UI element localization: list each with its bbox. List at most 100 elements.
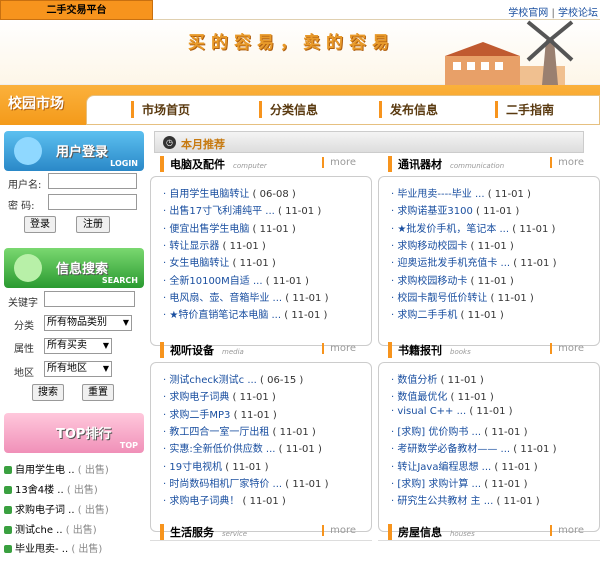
item-title: 求购移动校园卡 xyxy=(397,240,468,252)
list-item[interactable]: · 求购二手手机 ( 11-01 ) xyxy=(391,306,504,321)
item-date: ( 11-01 ) xyxy=(496,496,540,508)
item-date: ( 11-01 ) xyxy=(252,223,296,235)
panel-subtitle: media xyxy=(222,348,244,356)
panel-houses: 房屋信息 houses more xyxy=(378,524,600,586)
top-item[interactable]: 测试che .. ( 出售) xyxy=(4,521,97,536)
more-link[interactable]: more xyxy=(322,157,356,168)
password-input[interactable] xyxy=(48,194,137,210)
banner: 买的容易，卖的容易 xyxy=(0,20,600,85)
nav-item-home[interactable]: 市场首页 xyxy=(131,101,190,118)
site-name-tab[interactable]: 二手交易平台 xyxy=(0,0,153,20)
item-date: ( 11-01 ) xyxy=(484,478,528,490)
banner-slogan: 买的容易，卖的容易 xyxy=(188,33,395,53)
item-title: 自用学生电脑转让 xyxy=(169,189,250,200)
more-link[interactable]: more xyxy=(322,343,356,354)
item-title: 转让Java编程思想 ... xyxy=(397,461,492,473)
category-select[interactable]: 所有物品类别 ▼ xyxy=(44,315,132,331)
search-button[interactable]: 搜索 xyxy=(32,384,64,401)
list-item[interactable]: · 教工四合一室一厅出租 ( 11-01 ) xyxy=(163,423,316,438)
more-link[interactable]: more xyxy=(322,525,356,536)
list-item[interactable]: · 求购诺基亚3100 ( 11-01 ) xyxy=(391,202,519,217)
item-date: ( 11-01 ) xyxy=(450,392,494,404)
list-item[interactable]: · 求购二手MP3 ( 11-01 ) xyxy=(163,406,277,421)
list-item[interactable]: · 实惠:全新低价供应数 ... ( 11-01 ) xyxy=(163,440,322,455)
list-item[interactable]: · 校园卡靓号低价转让 ( 11-01 ) xyxy=(391,289,534,304)
item-date: ( 11-01 ) xyxy=(513,258,557,270)
list-item[interactable]: · 19寸电视机 ( 11-01 ) xyxy=(163,458,269,473)
list-item[interactable]: · 求购校园移动卡 ( 11-01 ) xyxy=(391,272,514,287)
username-input[interactable] xyxy=(48,173,137,189)
school-forum-link[interactable]: 学校论坛 xyxy=(558,8,598,19)
attribute-label: 属性 xyxy=(14,344,34,355)
attribute-select[interactable]: 所有买卖 ▼ xyxy=(44,338,112,354)
school-site-link[interactable]: 学校官网 xyxy=(508,8,548,19)
list-item[interactable]: · 电风扇、壶、音箱毕业 ... ( 11-01 ) xyxy=(163,289,328,304)
reset-button[interactable]: 重置 xyxy=(82,384,114,401)
list-item[interactable]: · 数值分析 ( 11-01 ) xyxy=(391,371,484,386)
more-link[interactable]: more xyxy=(550,157,584,168)
nav-item-post[interactable]: 发布信息 xyxy=(379,101,438,118)
list-item[interactable]: · 转让Java编程思想 ... ( 11-01 ) xyxy=(391,458,538,473)
bullet-icon xyxy=(4,526,12,534)
nav-item-categories[interactable]: 分类信息 xyxy=(259,101,318,118)
top-item[interactable]: 自用学生电 .. ( 出售) xyxy=(4,461,109,476)
panel-title: 视听设备 media xyxy=(160,342,244,358)
top-item-tag: ( 出售) xyxy=(71,544,103,555)
item-title: 电风扇、壶、音箱毕业 ... xyxy=(169,292,283,304)
item-title: 求购电子词典！ xyxy=(169,496,240,508)
attribute-select-value: 所有买卖 xyxy=(47,340,87,351)
item-title: 便宜出售学生电脑 xyxy=(169,223,250,235)
list-item[interactable]: · 考研数学必备教材—— ... ( 11-01 ) xyxy=(391,440,556,455)
list-item[interactable]: · 迎奥运批发手机充值卡 ... ( 11-01 ) xyxy=(391,254,556,269)
list-item[interactable]: · 研究生公共教材 主 ... ( 11-01 ) xyxy=(391,492,540,507)
top-item-name: 自用学生电 .. xyxy=(15,465,75,476)
list-item[interactable]: · 全新10100M自适 ... ( 11-01 ) xyxy=(163,272,309,287)
panel-computer: 电脑及配件 computer more · 自用学生电脑转让 ( 06-08 ) · 出… xyxy=(150,156,372,348)
top-item[interactable]: 毕业甩卖- .. ( 出售) xyxy=(4,540,102,555)
keyword-input[interactable] xyxy=(44,291,135,307)
top-item[interactable]: 求购电子词 .. ( 出售) xyxy=(4,501,109,516)
sidebar: 用户登录 LOGIN 用户名: 密 码: 登录 注册 信息搜索 SEARCH 关… xyxy=(0,128,145,555)
item-date: ( 11-01 ) xyxy=(232,258,276,270)
username-label: 用户名: xyxy=(8,180,42,191)
item-title: 校园卡靓号低价转让 xyxy=(397,292,488,304)
item-date: ( 11-01 ) xyxy=(285,478,329,490)
nav-item-guide[interactable]: 二手指南 xyxy=(495,101,554,118)
list-item[interactable]: · 数值最优化 ( 11-01 ) xyxy=(391,388,494,403)
register-button[interactable]: 注册 xyxy=(76,216,110,233)
list-item[interactable]: · 测试check测试c ... ( 06-15 ) xyxy=(163,371,303,386)
list-item[interactable]: · 女生电脑转让 ( 11-01 ) xyxy=(163,254,276,269)
item-title: ★特价直销笔记本电脑 ... xyxy=(169,310,282,322)
list-item[interactable]: · 求购移动校园卡 ( 11-01 ) xyxy=(391,237,514,252)
main-content: ◷ 本月推荐 电脑及配件 computer more · 自用学生电脑转让 ( 06-… xyxy=(150,128,600,551)
item-title: 求购校园移动卡 xyxy=(397,275,468,287)
list-item[interactable]: · 求购电子词典！ ( 11-01 ) xyxy=(163,492,286,507)
login-button[interactable]: 登录 xyxy=(24,216,56,233)
item-title: 考研数学必备教材—— ... xyxy=(397,444,511,456)
list-item[interactable]: · [求购] 优价购书 ... ( 11-01 ) xyxy=(391,423,527,438)
list-item[interactable]: · 求购电子词典 ( 11-01 ) xyxy=(163,388,276,403)
list-item[interactable]: · 时尚数码相机厂家特价 ... ( 11-01 ) xyxy=(163,475,328,490)
main-nav: 校园市场 市场首页 分类信息 发布信息 二手指南 xyxy=(0,85,600,125)
top-item[interactable]: 13舍4楼 .. ( 出售) xyxy=(4,481,98,496)
item-title: 数值分析 xyxy=(397,375,438,386)
item-date: ( 11-01 ) xyxy=(242,496,286,508)
region-select[interactable]: 所有地区 ▼ xyxy=(44,361,112,377)
panel-subtitle: books xyxy=(450,348,471,356)
list-item[interactable]: · ★特价直销笔记本电脑 ... ( 11-01 ) xyxy=(163,306,327,321)
list-item[interactable]: · 自用学生电脑转让 ( 06-08 ) xyxy=(163,185,296,200)
top-bar: 二手交易平台 学校官网 | 学校论坛 xyxy=(0,0,600,20)
list-item[interactable]: · 出售17寸飞利浦纯平 ... ( 11-01 ) xyxy=(163,202,321,217)
list-item[interactable]: · 转让显示器 ( 11-01 ) xyxy=(163,237,266,252)
item-title: 时尚数码相机厂家特价 ... xyxy=(169,478,283,490)
more-link[interactable]: more xyxy=(550,343,584,354)
list-item[interactable]: · 毕业甩卖----毕业 ... ( 11-01 ) xyxy=(391,185,531,200)
list-item[interactable]: · 便宜出售学生电脑 ( 11-01 ) xyxy=(163,220,296,235)
item-date: ( 11-01 ) xyxy=(265,275,309,287)
list-item[interactable]: · visual C++ ... ( 11-01 ) xyxy=(391,406,513,417)
list-item[interactable]: · ★批发价手机，笔记本 ... ( 11-01 ) xyxy=(391,220,555,235)
more-link[interactable]: more xyxy=(550,525,584,536)
item-date: ( 11-01 ) xyxy=(278,206,322,218)
top-title: TOP排行 xyxy=(56,427,112,442)
list-item[interactable]: · [求购] 求购计算 ... ( 11-01 ) xyxy=(391,475,527,490)
